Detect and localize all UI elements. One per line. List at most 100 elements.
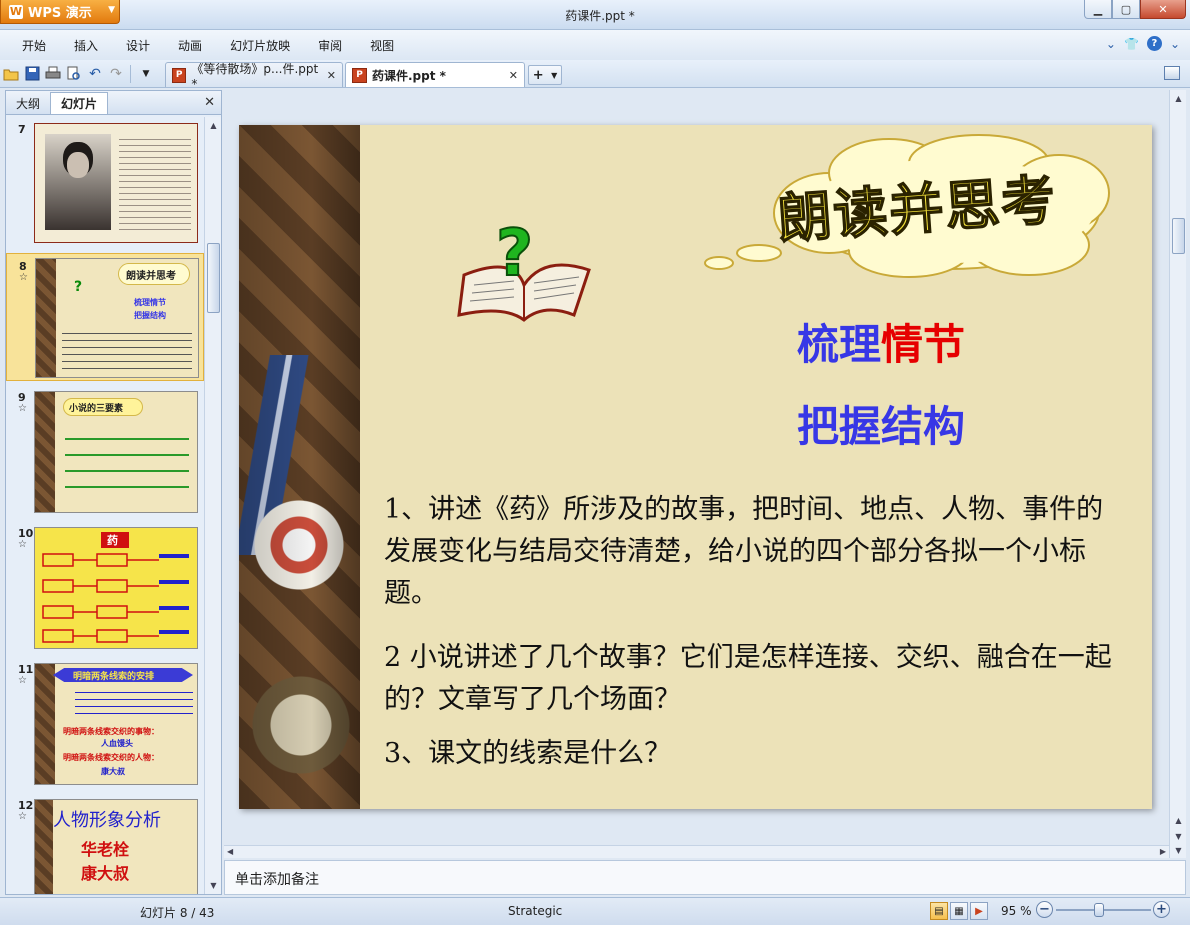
quick-access-toolbar: ↶ ↷ ▼ P 《等待散场》p...件.ppt * ✕ P 药课件.ppt * … [0, 60, 1190, 91]
close-button[interactable]: ✕ [1140, 0, 1186, 19]
slide-thumbnail-11[interactable]: 11 ☆ 明暗两条线索的安排 明暗两条线索交织的事物： 人血馒头 明暗两条线索交… [6, 657, 204, 789]
heading-blue-part: 梳理 [797, 320, 882, 369]
open-folder-icon[interactable] [1, 64, 21, 84]
zoom-slider-handle[interactable] [1094, 903, 1104, 917]
menu-review[interactable]: 审阅 [304, 30, 356, 60]
plot-diagram [42, 553, 189, 643]
scroll-up-icon[interactable]: ▲ [1171, 813, 1186, 828]
tab-label: 药课件.ppt * [372, 68, 446, 83]
ppt-doc-icon: P [172, 67, 187, 83]
menu-animation[interactable]: 动画 [164, 30, 216, 60]
status-bar: 幻灯片 8 / 43 Strategic ▤ ▦ ▶ 95 % − + [0, 897, 1190, 925]
theme-name: Strategic [508, 904, 563, 918]
menu-home[interactable]: 开始 [8, 30, 60, 60]
window-title: 药课件.ppt * [565, 9, 635, 23]
skin-shirt-icon[interactable]: 👕 [1124, 37, 1139, 51]
thumb-title: 明暗两条线索的安排 [73, 672, 155, 682]
minimize-button[interactable]: ▁ [1084, 0, 1112, 19]
help-icon[interactable]: ? [1146, 36, 1162, 51]
plus-icon: + [532, 67, 544, 83]
slide-thumbnail-8[interactable]: 8 ☆ 朗读并思考 ? 梳理情节 把握结构 [6, 253, 204, 381]
toolbar-divider [130, 64, 131, 83]
tab-close-icon[interactable]: ✕ [327, 69, 336, 82]
scrollbar-thumb[interactable] [207, 243, 220, 313]
thumbnail-scrollbar[interactable]: ▲ ▼ [204, 117, 221, 894]
undo-icon[interactable]: ↶ [85, 64, 105, 84]
scrollbar-thumb[interactable] [1172, 218, 1185, 254]
tab-document-1[interactable]: P 《等待散场》p...件.ppt * ✕ [165, 62, 343, 91]
new-tab-button[interactable]: + ▼ [528, 65, 562, 85]
bio-text-lines [119, 134, 191, 230]
tab-document-2[interactable]: P 药课件.ppt * ✕ [345, 62, 525, 87]
decorative-medal-image [239, 125, 360, 809]
scroll-down-icon[interactable]: ▼ [1171, 829, 1186, 844]
animation-star-icon: ☆ [19, 272, 28, 283]
menu-view[interactable]: 视图 [356, 30, 408, 60]
slide-thumbnail-9[interactable]: 9 ☆ 小说的三要素 [6, 385, 204, 517]
animation-star-icon: ☆ [18, 403, 27, 414]
slide-editor: 朗读并思考 ? 梳理情节 把握结构 1、讲述《药》所涉及的故事，把时间、地点、人… [224, 90, 1169, 845]
scroll-up-icon[interactable]: ▲ [1171, 91, 1186, 106]
thumb-preview: 药 [34, 527, 198, 649]
tab-close-icon[interactable]: ✕ [509, 69, 518, 82]
scroll-down-icon[interactable]: ▼ [1171, 843, 1186, 858]
slideshow-view-icon[interactable]: ▶ [970, 902, 988, 920]
thumb-line: 康大叔 [81, 864, 130, 883]
tab-label: 《等待散场》p...件.ppt * [191, 61, 319, 91]
slide-indicator: 幻灯片 8 / 43 [140, 906, 215, 920]
question-book-icon: ? [74, 279, 83, 295]
window-mode-icon[interactable] [1164, 66, 1180, 80]
help-chevron-icon[interactable]: ⌄ [1170, 37, 1180, 51]
slide-horizontal-scrollbar[interactable]: ◀ ▶ [224, 845, 1169, 858]
thumb-text-lines [75, 686, 193, 720]
thumb-line: 把握结构 [134, 311, 166, 320]
thumb-title: 朗读并思考 [126, 271, 176, 282]
zoom-out-button[interactable]: − [1036, 901, 1053, 918]
thumb-line: 梳理情节 [134, 298, 166, 307]
normal-view-icon[interactable]: ▤ [930, 902, 948, 920]
menu-design[interactable]: 设计 [112, 30, 164, 60]
animation-star-icon: ☆ [18, 675, 27, 686]
redo-icon[interactable]: ↷ [106, 64, 126, 84]
scroll-up-icon[interactable]: ▲ [206, 118, 221, 133]
thumb-line: 康大叔 [101, 767, 125, 776]
question-1: 1、讲述《药》所涉及的故事，把时间、地点、人物、事件的发展变化与结局交待清楚，给… [384, 494, 1104, 609]
wps-app-menu-button[interactable]: W WPS 演示 ▼ [0, 0, 120, 24]
maximize-button[interactable]: ▢ [1112, 0, 1140, 19]
ribbon-collapse-chevron-icon[interactable]: ⌄ [1106, 37, 1116, 51]
scroll-down-icon[interactable]: ▼ [206, 878, 221, 893]
pane-close-icon[interactable]: ✕ [204, 95, 215, 110]
menu-insert[interactable]: 插入 [60, 30, 112, 60]
slide-thumbnail-12[interactable]: 12 ☆ 人物形象分析 华老栓 康大叔 [6, 793, 204, 894]
tab-slides[interactable]: 幻灯片 [50, 92, 109, 114]
tab-outline[interactable]: 大纲 [6, 92, 50, 114]
title-bar: W WPS 演示 ▼ 药课件.ppt * ▁ ▢ ✕ [0, 0, 1190, 30]
thumb-preview [34, 123, 198, 243]
thumb-text-lines [65, 426, 189, 500]
menu-slideshow[interactable]: 幻灯片放映 [216, 30, 304, 60]
thumb-line: 明暗两条线索交织的人物： [63, 753, 159, 762]
slide-sorter-view-icon[interactable]: ▦ [950, 902, 968, 920]
wps-logo-icon: W [9, 4, 23, 19]
slide-thumbnail-10[interactable]: 10 ☆ 药 [6, 521, 204, 653]
customize-toolbar-icon[interactable]: ▼ [136, 64, 156, 84]
scroll-left-icon[interactable]: ◀ [227, 847, 233, 856]
thumb-line: 明暗两条线索交织的事物： [63, 727, 159, 736]
print-icon[interactable] [43, 64, 63, 84]
ppt-doc-icon: P [352, 67, 367, 83]
scroll-right-icon[interactable]: ▶ [1160, 847, 1166, 856]
print-preview-icon[interactable] [64, 64, 84, 84]
current-slide[interactable]: 朗读并思考 ? 梳理情节 把握结构 1、讲述《药》所涉及的故事，把时间、地点、人… [239, 125, 1152, 809]
app-logo-label: WPS 演示 [28, 6, 92, 21]
notes-area[interactable]: 单击添加备注 [224, 860, 1186, 895]
portrait-image [45, 134, 111, 230]
question-book-icon: ? [457, 216, 591, 322]
slide-thumbnail-list: 7 8 ☆ 朗读并思考 ? 梳理情节 把握结构 9 ☆ 小说的三要素 10 ☆ … [6, 117, 204, 894]
save-icon[interactable] [22, 64, 42, 84]
slide-vertical-scrollbar[interactable]: ▲ ▲ ▼ ▼ [1169, 90, 1186, 858]
thumb-preview: 人物形象分析 华老栓 康大叔 [34, 799, 198, 894]
slide-thumbnail-7[interactable]: 7 [6, 117, 204, 249]
thumb-title: 人物形象分析 [53, 810, 161, 831]
zoom-in-button[interactable]: + [1153, 901, 1170, 918]
heading-line-1: 梳理情节 [797, 311, 965, 372]
